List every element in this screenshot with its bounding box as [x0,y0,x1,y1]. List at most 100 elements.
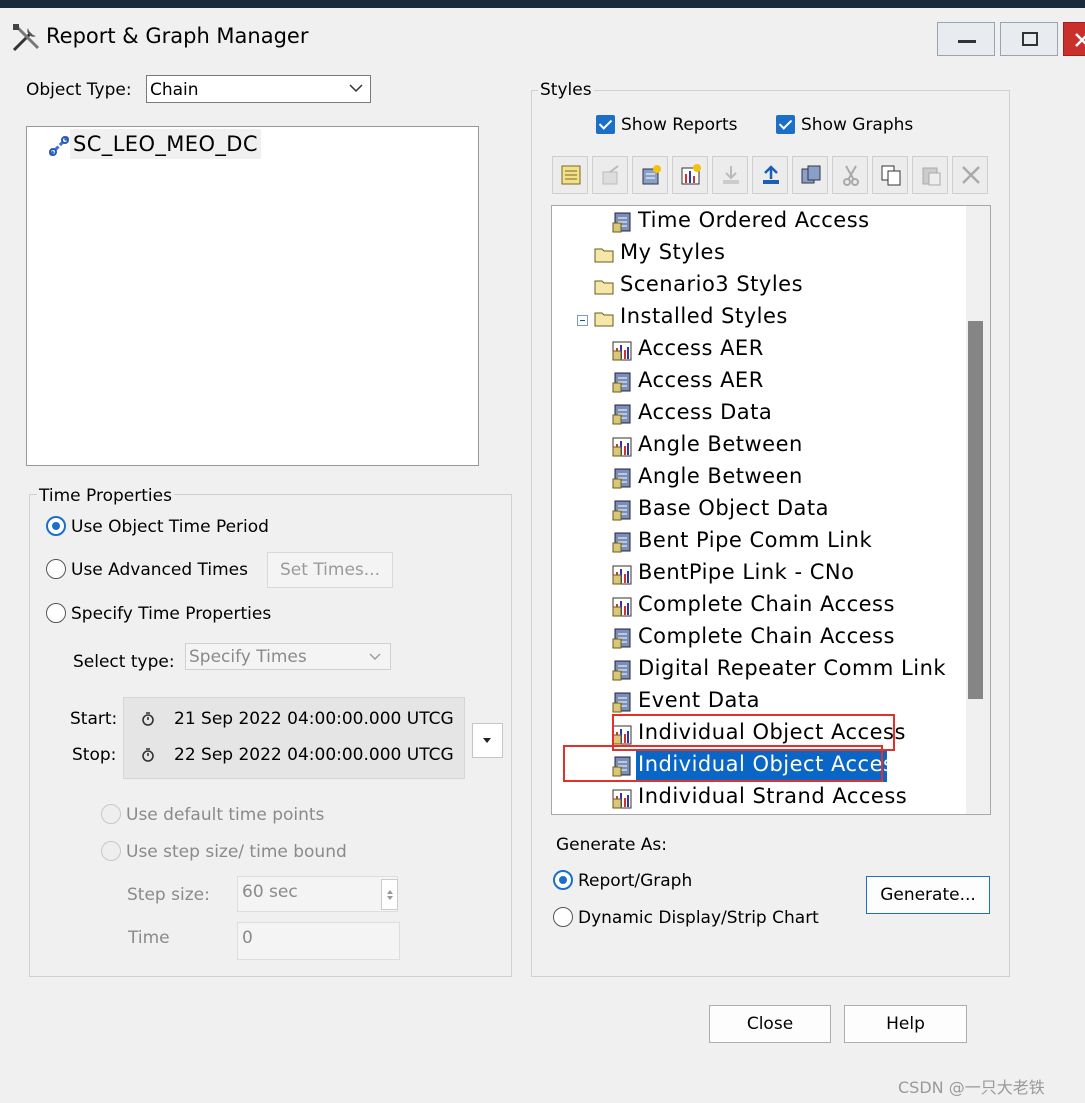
use-default-time-points-radio[interactable] [101,804,121,824]
delete-icon [962,166,980,184]
use-step-size-label[interactable]: Use step size/ time bound [126,842,347,862]
desktop-strip [0,0,1085,8]
use-object-time-period-label[interactable]: Use Object Time Period [71,517,269,537]
copy-icon [881,165,901,186]
tree-item-label[interactable]: Bent Pipe Comm Link [638,528,872,552]
duplicate-toolbar-button[interactable] [792,156,828,194]
delete-toolbar-button[interactable] [952,156,988,194]
minimize-button[interactable] [937,22,995,56]
close-icon [1075,33,1085,47]
new-graph-icon [681,164,701,185]
report-graph-label[interactable]: Report/Graph [578,871,692,891]
show-graphs-checkbox[interactable] [776,115,795,134]
tree-item-label[interactable]: Angle Between [638,432,803,456]
time-input[interactable]: 0 [237,922,400,960]
folder-icon [594,312,614,327]
tree-item-label[interactable]: Complete Chain Access [638,592,895,616]
stopwatch-icon [142,712,154,726]
show-reports-label[interactable]: Show Reports [621,115,738,135]
chevron-down-icon [349,84,363,93]
export-toolbar-button[interactable] [752,156,788,194]
tree-item-label[interactable]: Access AER [638,336,764,360]
report-toolbar-button[interactable] [552,156,588,194]
chevron-down-icon [369,653,381,660]
spinner-arrows-icon [387,890,393,900]
object-list[interactable] [26,126,479,466]
help-button[interactable]: Help [844,1005,967,1043]
dynamic-display-radio[interactable] [553,907,573,927]
report-style-icon [612,692,631,713]
tree-item-label[interactable]: Event Data [638,688,760,712]
step-size-input[interactable]: 60 sec [237,876,398,912]
properties-icon [602,165,619,185]
tree-item-label[interactable]: Access AER [638,368,764,392]
tree-item-label[interactable]: Scenario3 Styles [620,272,803,296]
import-icon [723,166,739,184]
use-object-time-period-radio[interactable] [46,516,66,536]
stop-time-value[interactable]: 22 Sep 2022 04:00:00.000 UTCG [174,745,454,765]
tree-item-label[interactable]: Time Ordered Access [638,208,870,232]
specify-time-properties-radio[interactable] [46,603,66,623]
copy-toolbar-button[interactable] [872,156,908,194]
start-time-value[interactable]: 21 Sep 2022 04:00:00.000 UTCG [174,709,454,729]
tree-item-label[interactable]: BentPipe Link - CNo [638,560,855,584]
report-style-icon [612,404,631,425]
report-style-icon [612,372,631,393]
specify-time-properties-label[interactable]: Specify Time Properties [71,604,271,624]
set-times-button[interactable]: Set Times... [267,552,393,588]
report-style-icon [612,628,631,649]
new-report-toolbar-button[interactable] [632,156,668,194]
tree-item-label[interactable]: Individual Strand Access [638,784,907,808]
cut-toolbar-button[interactable] [832,156,868,194]
tree-item-label[interactable]: My Styles [620,240,725,264]
object-list-item[interactable]: SC_LEO_MEO_DC [70,129,261,159]
use-step-size-radio[interactable] [101,841,121,861]
folder-icon [594,280,614,295]
maximize-icon [1022,32,1038,46]
tree-item-label[interactable]: Installed Styles [620,304,788,328]
stop-label: Stop: [72,745,117,765]
show-graphs-label[interactable]: Show Graphs [801,115,913,135]
close-button[interactable]: Close [709,1005,831,1043]
tree-item-label[interactable]: Base Object Data [638,496,829,520]
use-advanced-times-radio[interactable] [46,559,66,579]
report-style-icon [612,212,631,233]
report-graph-radio[interactable] [553,870,573,890]
tree-scrollbar-thumb[interactable] [968,321,983,699]
show-reports-checkbox[interactable] [596,115,615,134]
dynamic-display-label[interactable]: Dynamic Display/Strip Chart [578,908,819,928]
use-default-time-points-label[interactable]: Use default time points [126,805,324,825]
paste-toolbar-button[interactable] [912,156,948,194]
object-type-label: Object Type: [26,80,132,100]
graph-style-icon [612,437,632,457]
tree-item-label[interactable]: Angle Between [638,464,803,488]
report-style-icon [612,532,631,553]
generate-button[interactable]: Generate... [866,876,990,914]
new-report-icon [642,165,661,185]
step-size-spinner[interactable] [381,879,398,910]
report-style-icon [612,660,631,681]
graph-style-icon [612,341,632,361]
properties-toolbar-button[interactable] [592,156,628,194]
import-toolbar-button[interactable] [712,156,748,194]
report-style-icon [612,468,631,489]
use-advanced-times-label[interactable]: Use Advanced Times [71,560,248,580]
new-graph-toolbar-button[interactable] [672,156,708,194]
collapse-icon[interactable] [577,315,588,326]
tree-item-label[interactable]: Access Data [638,400,772,424]
tree-item-label[interactable]: Digital Repeater Comm Link [638,656,946,680]
tree-item-label[interactable]: Complete Chain Access [638,624,895,648]
export-icon [763,165,779,184]
watermark: CSDN @一只大老铁 [898,1078,1045,1097]
styles-label: Styles [538,80,594,100]
select-type-label: Select type: [73,652,175,672]
select-type-select[interactable]: Specify Times [185,643,391,670]
maximize-button[interactable] [1000,22,1058,56]
cut-icon [843,165,859,186]
time-dropdown-button[interactable] [472,723,503,758]
window-close-button[interactable] [1063,22,1085,56]
duplicate-icon [801,165,821,184]
tools-icon [12,24,40,52]
object-type-select[interactable]: Chain [146,75,371,103]
graph-style-icon [612,597,632,617]
